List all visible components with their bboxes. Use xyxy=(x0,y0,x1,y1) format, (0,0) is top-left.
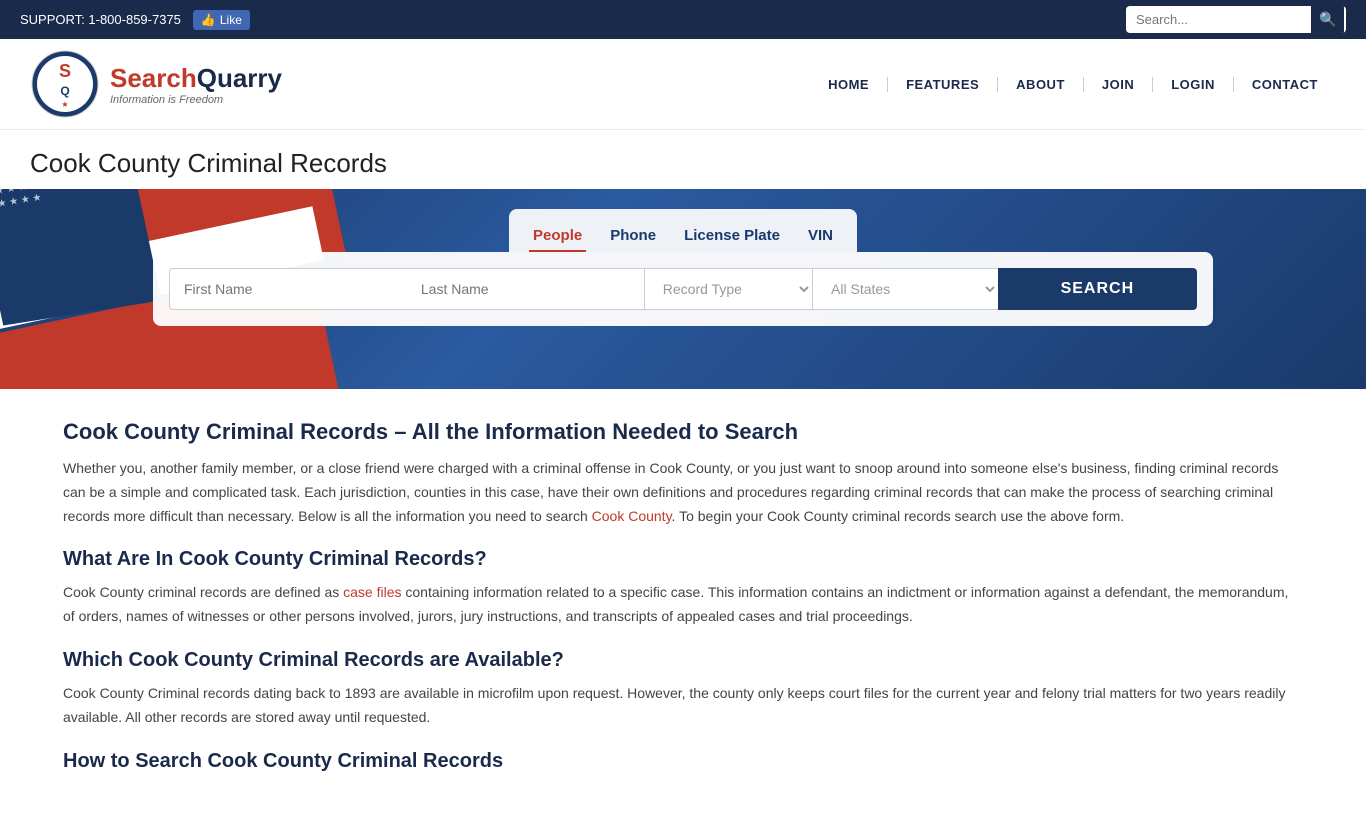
tab-license-plate[interactable]: License Plate xyxy=(680,221,784,252)
top-bar-left: SUPPORT: 1-800-859-7375 👍 Like xyxy=(20,10,250,30)
support-phone: SUPPORT: 1-800-859-7375 xyxy=(20,12,181,27)
first-name-input[interactable] xyxy=(169,268,407,310)
logo-name: SearchQuarry xyxy=(110,63,282,94)
hero-section: ★ ★ ★ ★ ★ ★ ★ ★ ★ ★ ★ ★ ★ ★ ★ ★ ★ ★ ★ ★ … xyxy=(0,189,1366,389)
page-title: Cook County Criminal Records xyxy=(0,130,1366,189)
top-search-input[interactable] xyxy=(1126,7,1311,32)
nav-features[interactable]: FEATURES xyxy=(888,77,998,92)
section2-heading: What Are In Cook County Criminal Records… xyxy=(63,548,1303,571)
section-4: How to Search Cook County Criminal Recor… xyxy=(63,750,1303,773)
section3-body: Cook County Criminal records dating back… xyxy=(63,682,1303,730)
tab-vin[interactable]: VIN xyxy=(804,221,837,252)
logo-text: SearchQuarry Information is Freedom xyxy=(110,63,282,106)
cook-county-link[interactable]: Cook County xyxy=(592,508,672,524)
section2-body: Cook County criminal records are defined… xyxy=(63,581,1303,629)
top-bar: SUPPORT: 1-800-859-7375 👍 Like 🔍 xyxy=(0,0,1366,39)
svg-text:Q: Q xyxy=(60,84,69,98)
section-1: Cook County Criminal Records – All the I… xyxy=(63,419,1303,528)
section1-heading: Cook County Criminal Records – All the I… xyxy=(63,419,1303,445)
tab-people[interactable]: People xyxy=(529,221,586,252)
top-search-bar: 🔍 xyxy=(1126,6,1346,33)
nav-home[interactable]: HOME xyxy=(810,77,888,92)
main-content: Cook County Criminal Records – All the I… xyxy=(33,389,1333,813)
svg-text:★: ★ xyxy=(61,100,68,109)
nav-contact[interactable]: CONTACT xyxy=(1234,77,1336,92)
search-button[interactable]: SEARCH xyxy=(998,268,1197,310)
record-type-select[interactable]: Record Type Criminal Background Court xyxy=(644,268,812,310)
facebook-like-button[interactable]: 👍 Like xyxy=(193,10,250,30)
svg-text:S: S xyxy=(59,61,71,81)
nav-join[interactable]: JOIN xyxy=(1084,77,1153,92)
fb-thumb-icon: 👍 xyxy=(201,13,216,27)
logo-icon: S Q ★ xyxy=(30,49,100,119)
state-select[interactable]: All States Alabama Alaska Arizona Illino… xyxy=(812,268,998,310)
nav-about[interactable]: ABOUT xyxy=(998,77,1084,92)
fb-like-label: Like xyxy=(220,13,242,27)
tab-phone[interactable]: Phone xyxy=(606,221,660,252)
logo-name-text: Quarry xyxy=(197,63,282,93)
section3-heading: Which Cook County Criminal Records are A… xyxy=(63,649,1303,672)
main-nav: HOME FEATURES ABOUT JOIN LOGIN CONTACT xyxy=(810,77,1336,92)
search-tabs: People Phone License Plate VIN xyxy=(509,209,857,252)
case-files-link[interactable]: case files xyxy=(343,584,401,600)
logo-tagline: Information is Freedom xyxy=(110,94,282,106)
logo: S Q ★ SearchQuarry Information is Freedo… xyxy=(30,49,282,119)
section4-heading: How to Search Cook County Criminal Recor… xyxy=(63,750,1303,773)
search-container: People Phone License Plate VIN Record Ty… xyxy=(133,209,1233,326)
header: S Q ★ SearchQuarry Information is Freedo… xyxy=(0,39,1366,130)
section-2: What Are In Cook County Criminal Records… xyxy=(63,548,1303,629)
section1-body: Whether you, another family member, or a… xyxy=(63,457,1303,528)
section-3: Which Cook County Criminal Records are A… xyxy=(63,649,1303,730)
nav-login[interactable]: LOGIN xyxy=(1153,77,1234,92)
last-name-input[interactable] xyxy=(407,268,644,310)
top-search-button[interactable]: 🔍 xyxy=(1311,6,1344,33)
search-form: Record Type Criminal Background Court Al… xyxy=(153,252,1213,326)
